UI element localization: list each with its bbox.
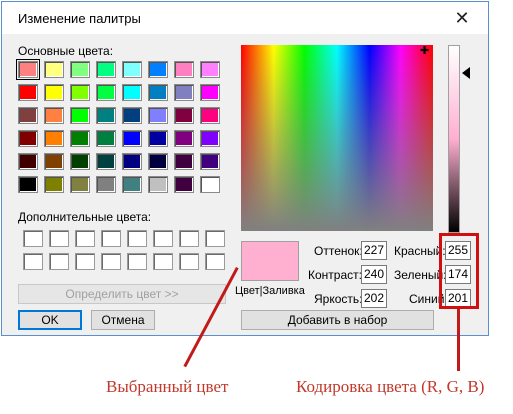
basic-color-swatch[interactable]	[96, 130, 116, 147]
color-code-caption: Кодировка цвета (R, G, B)	[296, 377, 485, 396]
basic-color-swatch[interactable]	[148, 176, 168, 193]
basic-color-swatch[interactable]	[174, 153, 194, 170]
custom-color-swatch[interactable]	[23, 253, 43, 270]
red-label: Красный:	[394, 244, 446, 258]
basic-color-swatch[interactable]	[44, 61, 64, 78]
basic-color-swatch[interactable]	[96, 176, 116, 193]
basic-color-swatch[interactable]	[70, 153, 90, 170]
custom-color-swatch[interactable]	[153, 230, 173, 247]
saturation-input[interactable]: 240	[361, 265, 387, 284]
basic-color-swatch[interactable]	[70, 176, 90, 193]
spectrum-crosshair-icon: ✚	[420, 45, 430, 57]
selected-color-caption: Выбранный цвет	[106, 377, 229, 396]
basic-color-swatch[interactable]	[174, 130, 194, 147]
luminance-input[interactable]: 202	[361, 289, 387, 308]
custom-color-swatch[interactable]	[49, 230, 69, 247]
custom-color-swatch[interactable]	[127, 253, 147, 270]
custom-color-swatch[interactable]	[205, 253, 225, 270]
custom-color-swatch[interactable]	[205, 230, 225, 247]
add-to-custom-colors-button[interactable]: Добавить в набор	[241, 310, 434, 330]
preview-label: Цвет|Заливка	[235, 285, 305, 297]
basic-color-swatch[interactable]	[122, 61, 142, 78]
rgb-annotation-line	[457, 309, 460, 371]
basic-color-swatch[interactable]	[122, 176, 142, 193]
basic-color-swatch[interactable]	[174, 84, 194, 101]
close-icon[interactable]: ✕	[448, 6, 476, 30]
basic-color-swatch[interactable]	[96, 153, 116, 170]
hue-input[interactable]: 227	[361, 241, 387, 260]
hue-label: Оттенок:	[314, 244, 363, 258]
custom-color-swatch[interactable]	[127, 230, 147, 247]
basic-color-swatch[interactable]	[70, 130, 90, 147]
basic-color-swatch[interactable]	[174, 176, 194, 193]
basic-color-swatch[interactable]	[18, 107, 38, 124]
custom-colors-grid	[23, 230, 225, 270]
basic-color-swatch[interactable]	[70, 84, 90, 101]
basic-color-swatch[interactable]	[18, 84, 38, 101]
basic-color-swatch[interactable]	[70, 61, 90, 78]
window-title: Изменение палитры	[18, 11, 141, 26]
selected-color-preview	[241, 241, 299, 281]
basic-color-swatch[interactable]	[200, 176, 220, 193]
basic-color-swatch[interactable]	[18, 153, 38, 170]
luminance-arrow-icon[interactable]	[462, 67, 470, 79]
basic-color-swatch[interactable]	[44, 153, 64, 170]
basic-color-swatch[interactable]	[16, 59, 40, 80]
basic-color-swatch[interactable]	[96, 61, 116, 78]
basic-color-swatch[interactable]	[122, 130, 142, 147]
custom-color-swatch[interactable]	[101, 253, 121, 270]
cancel-button[interactable]: Отмена	[91, 310, 155, 330]
basic-color-swatch[interactable]	[148, 130, 168, 147]
basic-color-swatch[interactable]	[200, 61, 220, 78]
basic-color-swatch[interactable]	[200, 107, 220, 124]
custom-color-swatch[interactable]	[23, 230, 43, 247]
rgb-highlight-box	[439, 233, 479, 309]
title-bar: Изменение палитры ✕	[2, 2, 488, 34]
basic-color-swatch[interactable]	[44, 84, 64, 101]
basic-color-swatch[interactable]	[200, 130, 220, 147]
basic-color-swatch[interactable]	[148, 107, 168, 124]
basic-color-swatch[interactable]	[122, 107, 142, 124]
basic-color-swatch[interactable]	[122, 153, 142, 170]
custom-color-swatch[interactable]	[49, 253, 69, 270]
basic-color-swatch[interactable]	[44, 107, 64, 124]
color-dialog: Изменение палитры ✕ Основные цвета: Допо…	[1, 1, 489, 336]
basic-color-swatch[interactable]	[200, 153, 220, 170]
basic-color-swatch[interactable]	[148, 61, 168, 78]
ok-button[interactable]: OK	[18, 310, 82, 330]
basic-color-swatch[interactable]	[44, 176, 64, 193]
basic-color-swatch[interactable]	[44, 130, 64, 147]
basic-color-swatch[interactable]	[174, 61, 194, 78]
color-spectrum[interactable]	[241, 45, 433, 231]
custom-color-swatch[interactable]	[101, 230, 121, 247]
saturation-label: Контраст:	[308, 268, 362, 282]
basic-color-swatch[interactable]	[200, 84, 220, 101]
luminance-label: Яркость:	[314, 292, 363, 306]
basic-colors-label: Основные цвета:	[18, 44, 114, 58]
basic-color-swatch[interactable]	[148, 153, 168, 170]
basic-color-swatch[interactable]	[96, 84, 116, 101]
basic-color-swatch[interactable]	[96, 107, 116, 124]
custom-color-swatch[interactable]	[75, 253, 95, 270]
custom-colors-label: Дополнительные цвета:	[18, 210, 152, 224]
basic-color-swatch[interactable]	[148, 84, 168, 101]
custom-color-swatch[interactable]	[179, 230, 199, 247]
basic-color-swatch[interactable]	[18, 130, 38, 147]
custom-color-swatch[interactable]	[153, 253, 173, 270]
define-custom-color-button[interactable]: Определить цвет >>	[18, 284, 226, 304]
custom-color-swatch[interactable]	[179, 253, 199, 270]
custom-color-swatch[interactable]	[75, 230, 95, 247]
luminance-slider[interactable]	[448, 45, 460, 233]
basic-color-swatch[interactable]	[122, 84, 142, 101]
basic-color-swatch[interactable]	[18, 176, 38, 193]
basic-colors-grid	[16, 59, 220, 193]
basic-color-swatch[interactable]	[174, 107, 194, 124]
basic-color-swatch[interactable]	[70, 107, 90, 124]
